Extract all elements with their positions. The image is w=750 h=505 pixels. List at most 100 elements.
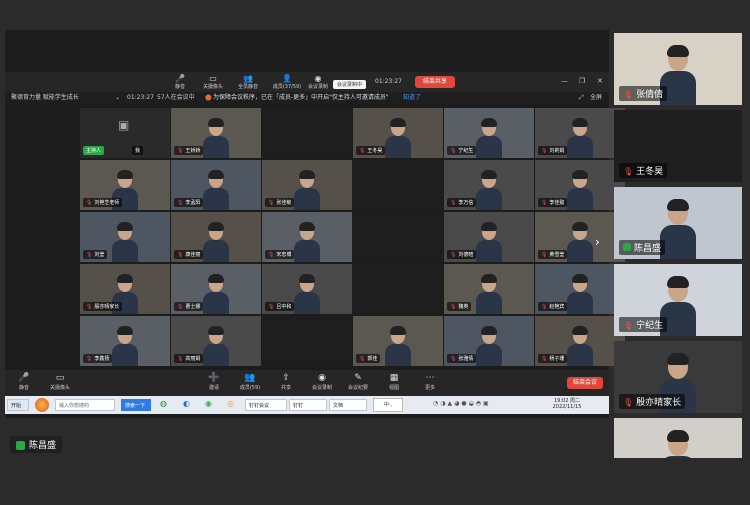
bottom-mute-button[interactable]: 🎤 静音	[7, 373, 41, 391]
speaker-tile[interactable]: 🎙 王冬昊	[614, 110, 742, 182]
speaker-tile[interactable]: 陈昌盛	[614, 187, 742, 259]
dropdown-chevron-icon[interactable]: ⌄	[115, 92, 120, 104]
chrome-icon[interactable]: ◎	[227, 399, 234, 408]
share-button[interactable]: ⇧ 共享	[269, 373, 303, 391]
video-tile[interactable]: 🎙 张雅倩	[444, 316, 534, 366]
active-speaker-badge: 陈昌盛	[10, 436, 63, 453]
app-logo-icon[interactable]	[35, 398, 49, 412]
participant-name: 🎙 刘莉娟	[538, 146, 568, 155]
meeting-title: 聚德育力量 赋能学生成长	[11, 94, 79, 101]
participant-name: 🎙 宁纪生	[447, 146, 477, 155]
mic-muted-icon: 🎙	[623, 167, 634, 176]
video-tile[interactable]: 🎙 曹士娜	[171, 264, 261, 314]
video-tile[interactable]	[353, 264, 443, 314]
minutes-button[interactable]: ✎ 会议纪要	[341, 373, 375, 391]
speaker-tile[interactable]: 🎙 殷亦晴家长	[614, 341, 742, 413]
video-tile[interactable]: 🎙 刘德暄	[444, 212, 534, 262]
video-tile[interactable]	[353, 212, 443, 262]
end-meeting-button[interactable]: 结束会议	[567, 377, 603, 389]
fullscreen-icon[interactable]: ⤢	[579, 92, 584, 104]
camera-off-button[interactable]: ▭ 关摄像头	[198, 74, 228, 90]
edge-icon[interactable]: ◐	[183, 399, 190, 408]
participant-figure	[203, 274, 229, 314]
participant-figure	[294, 222, 320, 262]
speaker-tile[interactable]: 🎙 宁纪生	[614, 264, 742, 336]
notice-text: 为保障会议秩序，已在「成员-更多」中开启"仅主持人可邀请成员"	[213, 94, 389, 101]
video-tile[interactable]: 🎙 刘莉娟	[535, 108, 625, 158]
search-input[interactable]: 输入你想搜的	[55, 399, 115, 411]
mute-all-button[interactable]: 👥 全员静音	[233, 74, 263, 90]
end-share-button[interactable]: 结束共享	[415, 76, 455, 88]
video-tile[interactable]: ▣ 主持人 我	[80, 108, 170, 158]
video-tile[interactable]: 🎙 李鑫扬	[80, 316, 170, 366]
camera-icon: ▭	[209, 74, 217, 83]
video-tile[interactable]: 🎙 张佳敏	[262, 160, 352, 210]
warning-icon: ⬤	[205, 94, 212, 101]
more-button[interactable]: ⋯ 更多	[413, 373, 447, 391]
participant-figure	[203, 170, 229, 210]
video-tile[interactable]	[262, 316, 352, 366]
bottom-members-button[interactable]: 👥 成员(59)	[233, 373, 267, 391]
speaker-tile[interactable]: 🎙 张倩倩	[614, 33, 742, 105]
os-taskbar: 开始 输入你想搜的 搜索一下 ◍ ◐ ◉ ◎ 钉钉会议 钉钉 文档 中·, ◔◑…	[5, 396, 609, 414]
video-tile[interactable]: 🎙 赵艳宾	[535, 264, 625, 314]
taskbar-app-document[interactable]: 文档	[329, 399, 367, 411]
bottom-camera-button[interactable]: ▭ 关摄像头	[43, 373, 77, 391]
minimize-icon[interactable]: —	[561, 77, 568, 85]
mic-muted-icon: 🎙	[268, 200, 275, 206]
video-tile[interactable]: 🎙 康佳丽	[171, 212, 261, 262]
restore-icon[interactable]: ❐	[579, 77, 585, 85]
video-tile[interactable]: 🎙 郭佳	[353, 316, 443, 366]
participant-name: 🎙 黄雪莹	[538, 250, 568, 259]
bottom-record-button[interactable]: ◉ 会议录制	[305, 373, 339, 391]
browser-icon[interactable]: ◍	[160, 399, 167, 408]
video-tile[interactable]: 🎙 李佳懿	[535, 160, 625, 210]
fullscreen-label[interactable]: 全屏	[590, 92, 602, 104]
camera-off-icon: ▣	[118, 118, 130, 132]
start-button[interactable]: 开始	[7, 399, 29, 411]
participant-figure	[385, 118, 411, 158]
video-tile[interactable]: 🎙 黄雪莹	[535, 212, 625, 262]
meeting-bottom-toolbar: 🎤 静音 ▭ 关摄像头 ➕ 邀请 👥 成员(59) ⇧ 共享 ◉ 会议录制 ✎ …	[5, 370, 609, 396]
video-tile[interactable]: 🎙 王娇娇	[171, 108, 261, 158]
video-tile[interactable]: 🎙 王冬昊	[353, 108, 443, 158]
tray-icons[interactable]: ◔◑▲◕●◒◓▣	[433, 400, 491, 407]
mute-button[interactable]: 🎤 静音	[165, 74, 195, 90]
invite-button[interactable]: ➕ 邀请	[197, 373, 231, 391]
speaker-name: 🎙 张倩倩	[619, 86, 668, 101]
video-tile[interactable]: 🎙 宋忠博	[262, 212, 352, 262]
wechat-icon[interactable]: ◉	[205, 399, 212, 408]
mic-muted-icon: 🎙	[450, 304, 457, 310]
video-tile[interactable]: 🎙 魏英	[444, 264, 534, 314]
video-tile[interactable]: 🎙 吕中和	[262, 264, 352, 314]
participant-name: 🎙 李万信	[447, 198, 477, 207]
video-tile[interactable]: 🎙 刘莹	[80, 212, 170, 262]
video-tile[interactable]	[353, 160, 443, 210]
next-page-icon[interactable]: ›	[595, 235, 600, 249]
video-tile[interactable]: 🎙 高丽娟	[171, 316, 261, 366]
taskbar-app-dingtalk[interactable]: 钉钉	[289, 399, 327, 411]
video-tile[interactable]: 🎙 殷亦晴家长	[80, 264, 170, 314]
participant-figure	[203, 326, 229, 366]
video-tile[interactable]	[262, 108, 352, 158]
participant-figure	[203, 118, 229, 158]
dismiss-link[interactable]: 知道了	[403, 92, 421, 104]
participant-figure	[112, 326, 138, 366]
video-tile[interactable]: 🎙 刘艳芝老师	[80, 160, 170, 210]
close-icon[interactable]: ✕	[597, 77, 603, 85]
video-tile[interactable]: 🎙 宁纪生	[444, 108, 534, 158]
participant-figure	[203, 222, 229, 262]
speaker-tile[interactable]	[614, 418, 742, 458]
video-tile[interactable]: 🎙 李万信	[444, 160, 534, 210]
view-button[interactable]: ▦ 视图	[377, 373, 411, 391]
video-tile[interactable]: 🎙 李孟阳	[171, 160, 261, 210]
mic-muted-icon: 🎙	[177, 304, 184, 310]
ime-indicator-icon[interactable]: 中·,	[373, 398, 403, 412]
video-tile[interactable]: 🎙 杨子珊	[535, 316, 625, 366]
mic-muted-icon: 🎙	[541, 304, 548, 310]
search-button[interactable]: 搜索一下	[121, 399, 151, 411]
mic-muted-icon: 🎙	[268, 304, 275, 310]
taskbar-app-meeting[interactable]: 钉钉会议	[245, 399, 287, 411]
members-button[interactable]: 👤 成员(37/59)	[269, 74, 305, 90]
record-button[interactable]: ◉ 会议录制	[303, 74, 333, 90]
